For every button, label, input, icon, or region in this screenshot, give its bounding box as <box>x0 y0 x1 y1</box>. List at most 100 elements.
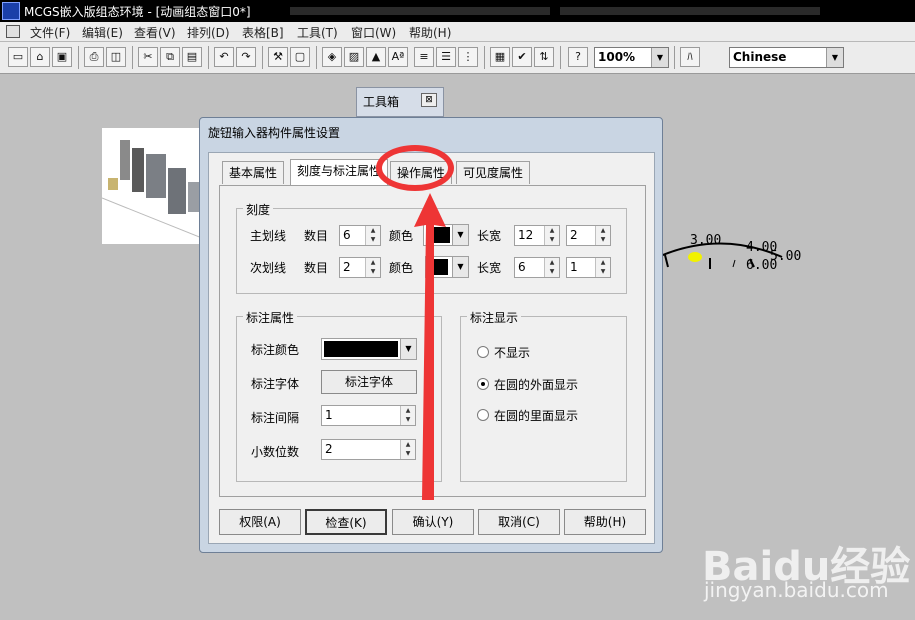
radio-no-display-label[interactable]: 不显示 <box>494 344 530 361</box>
check-icon: ✔ <box>517 50 527 63</box>
down-icon[interactable]: ▼ <box>545 267 559 276</box>
language-button[interactable]: ﾊ <box>680 47 700 67</box>
grid-icon: ⋮ <box>462 50 474 63</box>
down-icon[interactable]: ▼ <box>366 235 380 244</box>
palette-button[interactable]: ◈ <box>322 47 342 67</box>
grid-button[interactable]: ⋮ <box>458 47 478 67</box>
toolbox-window[interactable]: 工具箱 ⊠ <box>356 87 444 117</box>
watermark-url: jingyan.baidu.com <box>704 578 889 602</box>
menu-help[interactable]: 帮助(H) <box>409 24 451 41</box>
cut-button[interactable]: ✂ <box>138 47 158 67</box>
confirm-button[interactable]: 确认(Y) <box>392 509 474 535</box>
menu-window[interactable]: 窗口(W) <box>351 24 396 41</box>
tab-scale-annotation[interactable]: 刻度与标注属性 <box>290 159 389 185</box>
major-count-spinner[interactable]: 6 ▲ ▼ <box>339 225 381 246</box>
menu-tools[interactable]: 工具(T) <box>297 24 338 41</box>
check-button[interactable]: 检查(K) <box>305 509 387 535</box>
toolbar-separator <box>262 46 263 69</box>
down-icon[interactable]: ▼ <box>366 267 380 276</box>
check-button[interactable]: ✔ <box>512 47 532 67</box>
annotation-interval-label: 标注间隔 <box>251 411 300 425</box>
sort-button[interactable]: ⇅ <box>534 47 554 67</box>
font-button[interactable]: Aª <box>388 47 408 67</box>
up-icon[interactable]: ▲ <box>545 258 559 267</box>
dialog-title: 旋钮输入器构件属性设置 <box>208 126 341 140</box>
frame-button[interactable]: ▢ <box>290 47 310 67</box>
close-icon[interactable]: ⊠ <box>421 93 437 107</box>
image-icon: ▲ <box>371 50 381 63</box>
language-select[interactable]: Chinese ▼ <box>729 47 844 68</box>
save-button[interactable]: ▣ <box>52 47 72 67</box>
frame-icon: ▢ <box>294 50 306 63</box>
fill-button[interactable]: ▨ <box>344 47 364 67</box>
up-icon[interactable]: ▲ <box>596 258 610 267</box>
cancel-button[interactable]: 取消(C) <box>478 509 560 535</box>
menu-arrange[interactable]: 排列(D) <box>187 24 230 41</box>
toolbar-separator <box>674 46 675 69</box>
print-preview-button[interactable]: ◫ <box>106 47 126 67</box>
minor-width-spinner[interactable]: 1 ▲ ▼ <box>566 257 611 278</box>
app-icon <box>2 2 20 20</box>
major-length-value: 12 <box>518 228 534 242</box>
up-icon[interactable]: ▲ <box>545 226 559 235</box>
chevron-down-icon: ▼ <box>651 48 668 67</box>
properties-icon: ▦ <box>494 50 506 63</box>
system-menu-icon[interactable] <box>6 25 20 38</box>
properties-button[interactable]: ▦ <box>490 47 510 67</box>
line-style-button[interactable]: ≡ <box>414 47 434 67</box>
scissors-icon: ✂ <box>143 50 153 63</box>
menu-edit[interactable]: 编辑(E) <box>82 24 123 41</box>
spin-buttons[interactable]: ▲ ▼ <box>365 226 380 245</box>
tab-basic[interactable]: 基本属性 <box>222 161 285 184</box>
radio-outside-circle[interactable] <box>477 378 489 390</box>
down-icon[interactable]: ▼ <box>596 267 610 276</box>
spin-buttons[interactable]: ▲ ▼ <box>595 258 610 277</box>
help-button[interactable]: 帮助(H) <box>564 509 646 535</box>
copy-button[interactable]: ⧉ <box>160 47 180 67</box>
open-button[interactable]: ⌂ <box>30 47 50 67</box>
fill-icon: ▨ <box>348 50 360 63</box>
window-title: MCGS嵌入版组态环境 - [动画组态窗口0*] <box>24 5 251 19</box>
spin-buttons[interactable]: ▲ ▼ <box>365 258 380 277</box>
background-window-ghost <box>290 7 550 15</box>
align-button[interactable]: ☰ <box>436 47 456 67</box>
up-icon[interactable]: ▲ <box>366 226 380 235</box>
lines-icon: ≡ <box>419 50 429 63</box>
up-icon[interactable]: ▲ <box>366 258 380 267</box>
down-icon[interactable]: ▼ <box>596 235 610 244</box>
major-length-spinner[interactable]: 12 ▲ ▼ <box>514 225 560 246</box>
up-icon[interactable]: ▲ <box>596 226 610 235</box>
down-icon[interactable]: ▼ <box>545 235 559 244</box>
context-help-button[interactable]: ? <box>568 47 588 67</box>
undo-button[interactable]: ↶ <box>214 47 234 67</box>
minor-count-spinner[interactable]: 2 ▲ ▼ <box>339 257 381 278</box>
new-window-button[interactable]: ▭ <box>8 47 28 67</box>
knob-gauge-preview: 3.00 4.00 5.00 6.00 <box>640 225 840 285</box>
permission-button[interactable]: 权限(A) <box>219 509 301 535</box>
radio-inside-circle-label[interactable]: 在圆的里面显示 <box>494 407 578 424</box>
align-icon: ☰ <box>441 50 451 63</box>
spin-buttons[interactable]: ▲ ▼ <box>544 258 559 277</box>
radio-outside-circle-label[interactable]: 在圆的外面显示 <box>494 376 578 393</box>
paste-button[interactable]: ▤ <box>182 47 202 67</box>
toolbar-separator <box>484 46 485 69</box>
major-width-spinner[interactable]: 2 ▲ ▼ <box>566 225 611 246</box>
menu-view[interactable]: 查看(V) <box>134 24 176 41</box>
redo-button[interactable]: ↷ <box>236 47 256 67</box>
toolbox-button[interactable]: ⚒ <box>268 47 288 67</box>
paste-icon: ▤ <box>186 50 198 63</box>
menu-table[interactable]: 表格[B] <box>242 24 284 41</box>
zoom-select[interactable]: 100% ▼ <box>594 47 669 68</box>
print-button[interactable]: ⎙ <box>84 47 104 67</box>
background-window-ghost <box>560 7 820 15</box>
radio-inside-circle[interactable] <box>477 409 489 421</box>
minor-length-spinner[interactable]: 6 ▲ ▼ <box>514 257 560 278</box>
radio-no-display[interactable] <box>477 346 489 358</box>
minor-width-value: 1 <box>570 260 578 274</box>
copy-icon: ⧉ <box>166 50 174 63</box>
spin-buttons[interactable]: ▲ ▼ <box>544 226 559 245</box>
tab-visibility[interactable]: 可见度属性 <box>456 161 531 184</box>
menu-file[interactable]: 文件(F) <box>30 24 70 41</box>
spin-buttons[interactable]: ▲ ▼ <box>595 226 610 245</box>
image-button[interactable]: ▲ <box>366 47 386 67</box>
